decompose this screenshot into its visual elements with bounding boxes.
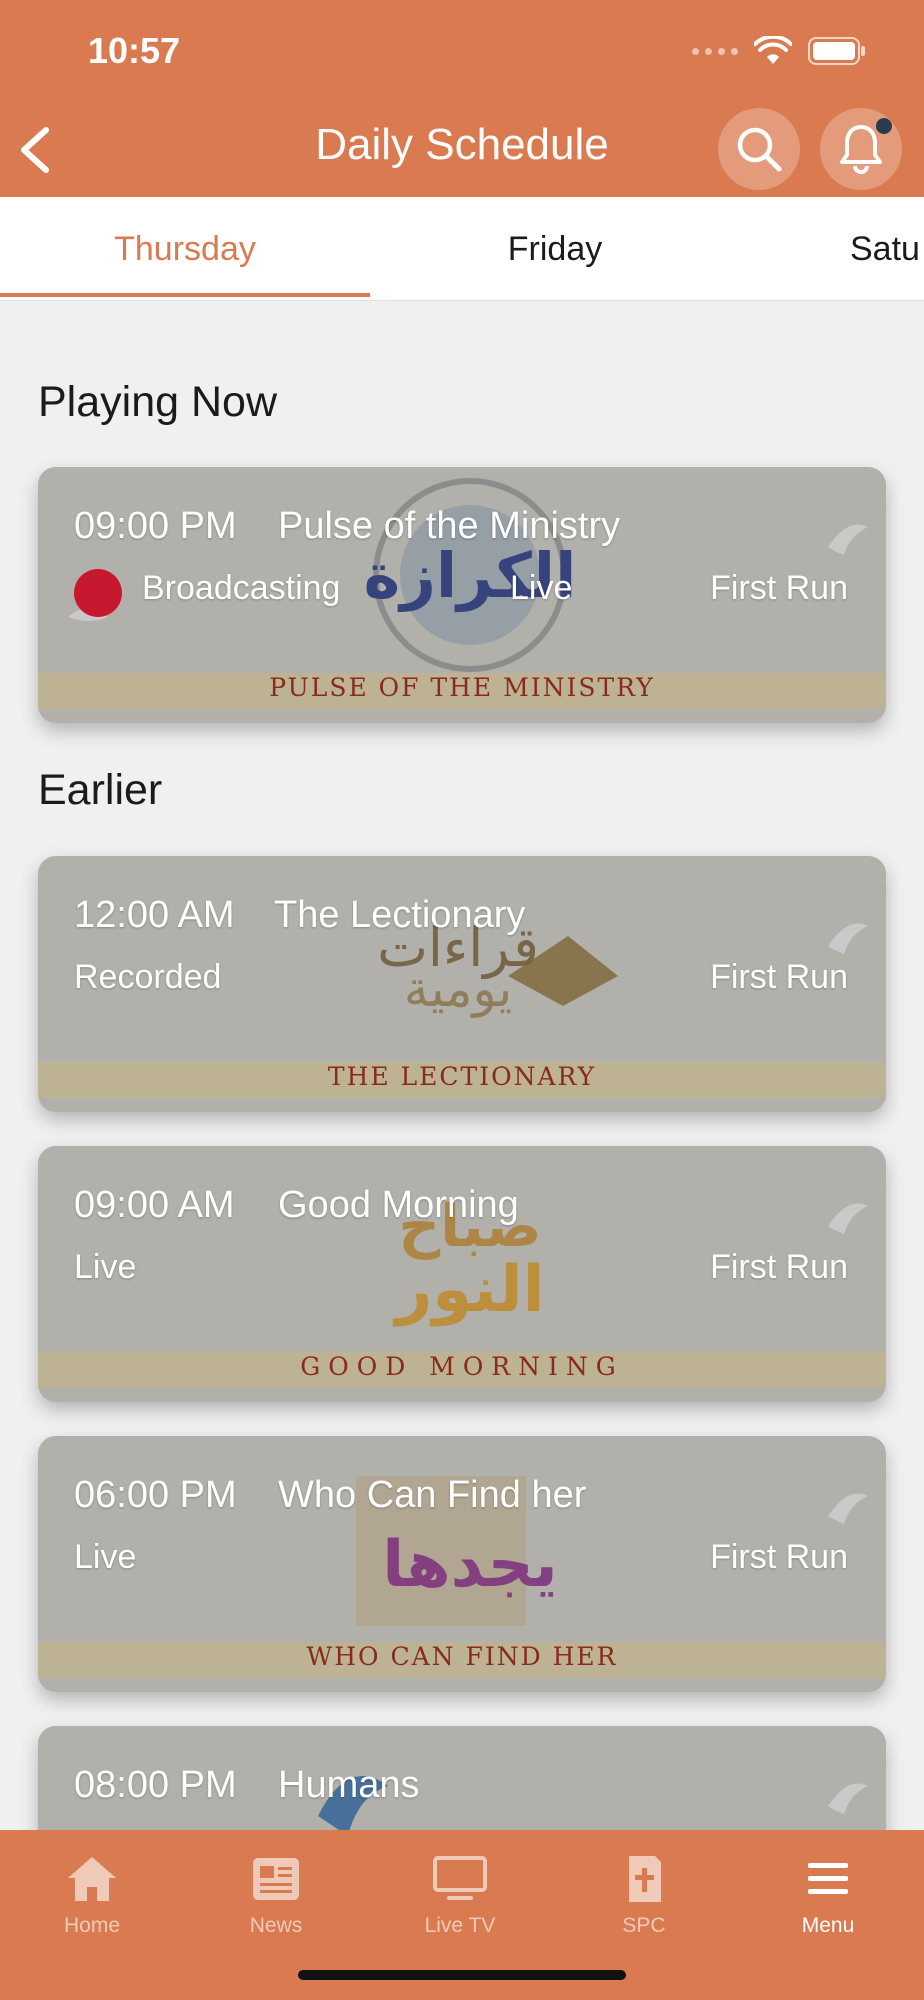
home-icon bbox=[68, 1857, 116, 1901]
tv-icon bbox=[433, 1856, 487, 1900]
search-icon bbox=[737, 127, 782, 172]
program-run: First Run bbox=[710, 569, 848, 607]
program-time: 06:00 PM bbox=[74, 1474, 237, 1516]
program-name: Good Morning bbox=[278, 1184, 519, 1226]
battery-icon bbox=[808, 37, 865, 65]
cellular-signal-icon bbox=[692, 47, 738, 55]
program-status: Broadcasting bbox=[142, 569, 341, 607]
notification-badge bbox=[876, 118, 892, 134]
program-time: 12:00 AM bbox=[74, 894, 235, 936]
program-status: Live bbox=[74, 1248, 137, 1286]
nav-news[interactable]: News bbox=[184, 1830, 368, 1950]
tab-saturday[interactable]: Satu bbox=[740, 197, 924, 300]
tab-thursday[interactable]: Thursday bbox=[0, 197, 370, 300]
nav-label: News bbox=[249, 1914, 303, 1937]
active-tab-indicator bbox=[0, 293, 370, 297]
tab-friday[interactable]: Friday bbox=[370, 197, 740, 300]
day-tabs: Thursday Friday Satu bbox=[0, 197, 924, 301]
nav-label: Menu bbox=[801, 1914, 855, 1937]
program-banner: GOOD MORNING bbox=[300, 1352, 624, 1381]
program-run: First Run bbox=[710, 1538, 848, 1576]
now-playing-card[interactable]: الكرازة PULSE OF THE MINISTRY 09:00 PM P… bbox=[38, 467, 886, 723]
program-time: 09:00 PM bbox=[74, 505, 237, 547]
program-name: Humans bbox=[278, 1764, 420, 1806]
program-banner: PULSE OF THE MINISTRY bbox=[269, 673, 655, 702]
program-mode: Live bbox=[510, 569, 573, 607]
earlier-heading: Earlier bbox=[38, 766, 163, 814]
nav-home[interactable]: Home bbox=[0, 1830, 184, 1950]
menu-icon bbox=[808, 1863, 848, 1894]
notifications-button[interactable] bbox=[820, 108, 902, 190]
nav-menu[interactable]: Menu bbox=[736, 1830, 920, 1950]
search-button[interactable] bbox=[718, 108, 800, 190]
schedule-card[interactable]: صباح النور GOOD MORNING 09:00 AM Good Mo… bbox=[38, 1146, 886, 1402]
nav-label: SPC bbox=[622, 1914, 666, 1937]
program-run: First Run bbox=[710, 1248, 848, 1286]
live-indicator-dot bbox=[74, 569, 122, 617]
nav-label: Live TV bbox=[424, 1914, 496, 1937]
program-banner: WHO CAN FIND HER bbox=[306, 1642, 618, 1671]
program-status: Recorded bbox=[74, 958, 222, 996]
status-time: 10:57 bbox=[88, 30, 181, 71]
program-status: Live bbox=[74, 1538, 137, 1576]
news-icon bbox=[253, 1858, 299, 1900]
home-indicator bbox=[298, 1970, 626, 1980]
schedule-card[interactable]: قراءات يومية THE LECTIONARY 12:00 AM The… bbox=[38, 856, 886, 1112]
program-name: Who Can Find her bbox=[278, 1474, 587, 1516]
nav-live-tv[interactable]: Live TV bbox=[368, 1830, 552, 1950]
program-name: The Lectionary bbox=[274, 894, 526, 936]
playing-now-heading: Playing Now bbox=[38, 378, 277, 426]
schedule-card[interactable]: يجدها WHO CAN FIND HER 06:00 PM Who Can … bbox=[38, 1436, 886, 1692]
top-bar: 10:57 Daily Schedule bbox=[0, 0, 924, 197]
nav-label: Home bbox=[63, 1914, 121, 1937]
program-name: Pulse of the Ministry bbox=[278, 505, 621, 547]
program-time: 08:00 PM bbox=[74, 1764, 237, 1806]
status-icons bbox=[692, 36, 866, 66]
program-banner: THE LECTIONARY bbox=[327, 1062, 597, 1091]
bible-icon bbox=[629, 1856, 661, 1902]
program-time: 09:00 AM bbox=[74, 1184, 235, 1226]
program-run: First Run bbox=[710, 958, 848, 996]
nav-spc[interactable]: SPC bbox=[552, 1830, 736, 1950]
wifi-icon bbox=[754, 36, 792, 64]
